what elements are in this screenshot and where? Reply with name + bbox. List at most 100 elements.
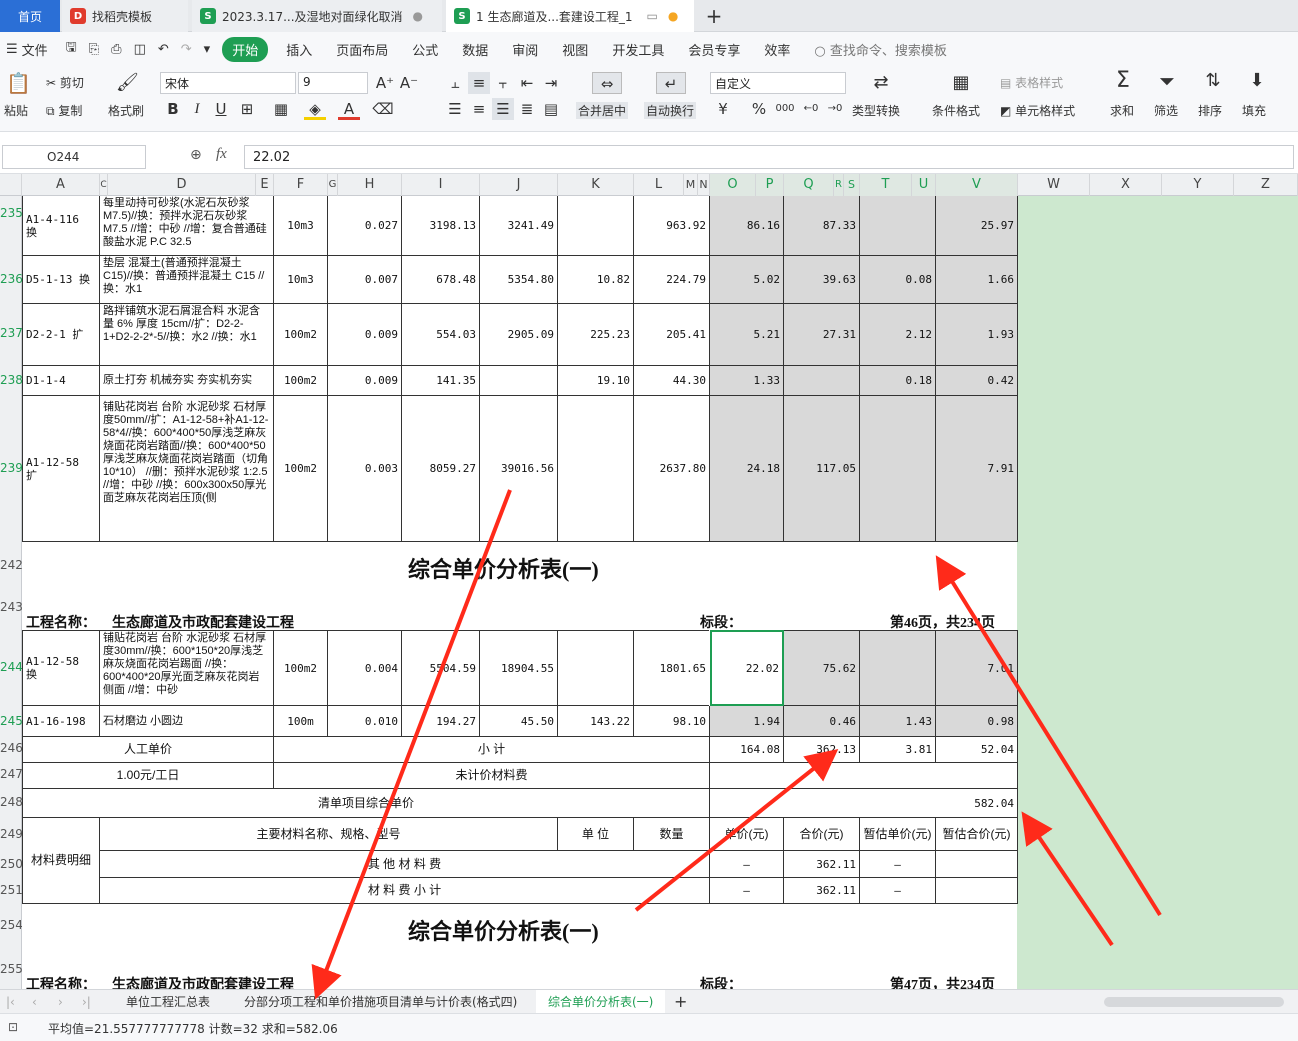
col-header-i[interactable]: I [402, 174, 480, 196]
undo-icon[interactable]: ↶ [152, 42, 175, 57]
row-header[interactable]: 249 [0, 827, 22, 841]
cell-j244[interactable]: 18904.55 [480, 630, 558, 706]
cell-unpriced-material-value[interactable] [710, 763, 1018, 789]
cell-d244[interactable]: 铺贴花岗岩 台阶 水泥砂浆 石材厚度30mm//换：600*150*20厚浅芝麻… [100, 630, 274, 706]
col-header-t[interactable]: T [860, 174, 912, 196]
cell-unpriced-material-label[interactable]: 未计价材料费 [274, 763, 710, 789]
cell-k239[interactable] [558, 396, 634, 542]
hamburger-icon[interactable]: ☰ [0, 42, 20, 57]
cell-v237[interactable]: 1.93 [936, 304, 1018, 366]
sheet-tab-analysis-active[interactable]: 综合单价分析表(一) [536, 990, 666, 1014]
cell-i239[interactable]: 8059.27 [402, 396, 480, 542]
justify-icon[interactable]: ≣ [516, 98, 538, 120]
preview-icon[interactable]: ◫ [128, 42, 152, 57]
cell-t245[interactable]: 1.43 [860, 706, 936, 737]
cell-v239[interactable]: 7.91 [936, 396, 1018, 542]
fill-icon[interactable]: ⬇ [1246, 70, 1268, 92]
menu-page-layout[interactable]: 页面布局 [324, 40, 400, 59]
copy-button[interactable]: ⧉ 复制 [46, 102, 82, 119]
cell-unit-price-header[interactable]: 单价(元) [710, 818, 784, 851]
cell-l239[interactable]: 2637.80 [634, 396, 710, 542]
cell-labor-rate-label[interactable]: 人工单价 [22, 737, 274, 763]
cell-subtotal-label[interactable]: 小 计 [274, 737, 710, 763]
cell-d236[interactable]: 垫层 混凝土(普通预拌混凝土C15)//换：普通预拌混凝土 C15 //换：水1 [100, 256, 274, 304]
cell-h235[interactable]: 0.027 [328, 196, 402, 256]
cell-style-button[interactable]: ◩ 单元格样式 [1000, 102, 1075, 119]
cell-k245[interactable]: 143.22 [558, 706, 634, 737]
cell-j237[interactable]: 2905.09 [480, 304, 558, 366]
col-header-y[interactable]: Y [1162, 174, 1234, 196]
sum-button[interactable]: 求和 [1110, 102, 1134, 119]
export-icon[interactable]: ⎘ [83, 42, 105, 57]
cell-k238[interactable]: 19.10 [558, 366, 634, 396]
cell-t246[interactable]: 3.81 [860, 737, 936, 763]
cell-f236[interactable]: 10m3 [274, 256, 328, 304]
italic-button[interactable]: I [186, 98, 208, 120]
paste-button[interactable]: 粘贴 [4, 102, 28, 119]
type-convert-button[interactable]: 类型转换 [852, 102, 900, 119]
wrap-icon[interactable]: ↵ [656, 72, 686, 94]
cell-v235[interactable]: 25.97 [936, 196, 1018, 256]
row-header[interactable]: 247 [0, 767, 22, 781]
sum-icon[interactable]: Σ [1112, 70, 1134, 92]
cell-p239[interactable]: 117.05 [784, 396, 860, 542]
cell-j235[interactable]: 3241.49 [480, 196, 558, 256]
cell-f237[interactable]: 100m2 [274, 304, 328, 366]
cell-p250[interactable]: 362.11 [784, 851, 860, 878]
col-header-n[interactable]: N [698, 174, 710, 196]
cell-k236[interactable]: 10.82 [558, 256, 634, 304]
cell-l236[interactable]: 224.79 [634, 256, 710, 304]
cell-composite-price-label[interactable]: 清单项目综合单价 [22, 789, 710, 818]
col-header-m[interactable]: M [684, 174, 698, 196]
cell-f239[interactable]: 100m2 [274, 396, 328, 542]
align-bottom-icon[interactable]: ⫟ [492, 72, 514, 94]
font-size-select[interactable]: 9 [298, 72, 368, 94]
row-header[interactable]: 245 [0, 714, 22, 728]
cell-t251[interactable]: — [860, 878, 936, 904]
cell-h237[interactable]: 0.009 [328, 304, 402, 366]
last-sheet-icon[interactable]: ›| [82, 990, 91, 1014]
cell-h244[interactable]: 0.004 [328, 630, 402, 706]
cell-v244[interactable]: 7.01 [936, 630, 1018, 706]
cell-p238[interactable] [784, 366, 860, 396]
cell-i235[interactable]: 3198.13 [402, 196, 480, 256]
font-grow-icon[interactable]: A⁺ [374, 72, 396, 94]
fill-button[interactable]: 填充 [1242, 102, 1266, 119]
cell-f245[interactable]: 100m [274, 706, 328, 737]
col-header-v[interactable]: V [936, 174, 1018, 196]
filter-button[interactable]: 筛选 [1154, 102, 1178, 119]
cell-l245[interactable]: 98.10 [634, 706, 710, 737]
col-header-a[interactable]: A [22, 174, 100, 196]
menu-review[interactable]: 审阅 [500, 40, 550, 59]
thousands-button[interactable]: 000 [774, 98, 796, 120]
cell-o237[interactable]: 5.21 [710, 304, 784, 366]
conditional-format-button[interactable]: 条件格式 [932, 102, 980, 119]
redo-icon[interactable]: ↷ [175, 42, 198, 57]
cell-d239[interactable]: 铺贴花岗岩 台阶 水泥砂浆 石材厚度50mm//扩：A1-12-58+补A1-1… [100, 396, 274, 542]
cell-l237[interactable]: 205.41 [634, 304, 710, 366]
col-header-x[interactable]: X [1090, 174, 1162, 196]
cell-t237[interactable]: 2.12 [860, 304, 936, 366]
cell-l235[interactable]: 963.92 [634, 196, 710, 256]
cell-o236[interactable]: 5.02 [710, 256, 784, 304]
cell-f238[interactable]: 100m2 [274, 366, 328, 396]
align-middle-icon[interactable]: ≡ [468, 72, 490, 94]
indent-decrease-icon[interactable]: ⇤ [516, 72, 538, 94]
increase-decimal-icon[interactable]: ←0 [800, 98, 822, 120]
cell-j236[interactable]: 5354.80 [480, 256, 558, 304]
row-header[interactable]: 236 [0, 272, 22, 286]
cell-other-material-label[interactable]: 其 他 材 料 费 [100, 851, 710, 878]
paste-icon[interactable]: 📋 [6, 72, 31, 94]
col-header-e[interactable]: E [256, 174, 274, 196]
row-header[interactable]: 246 [0, 741, 22, 755]
wrap-text-button[interactable]: 自动换行 [644, 102, 697, 119]
cell-p246[interactable]: 362.13 [784, 737, 860, 763]
clear-format-icon[interactable]: ⌫ [372, 98, 394, 120]
cut-button[interactable]: ✂ 剪切 [46, 74, 84, 91]
col-header-w[interactable]: W [1018, 174, 1090, 196]
col-header-d[interactable]: D [108, 174, 256, 196]
tab-templates[interactable]: D 找稻壳模板 [62, 0, 188, 32]
cell-quantity-header[interactable]: 数量 [634, 818, 710, 851]
cell-total-price-header[interactable]: 合价(元) [784, 818, 860, 851]
brush-icon[interactable]: 🖌 [116, 72, 139, 94]
